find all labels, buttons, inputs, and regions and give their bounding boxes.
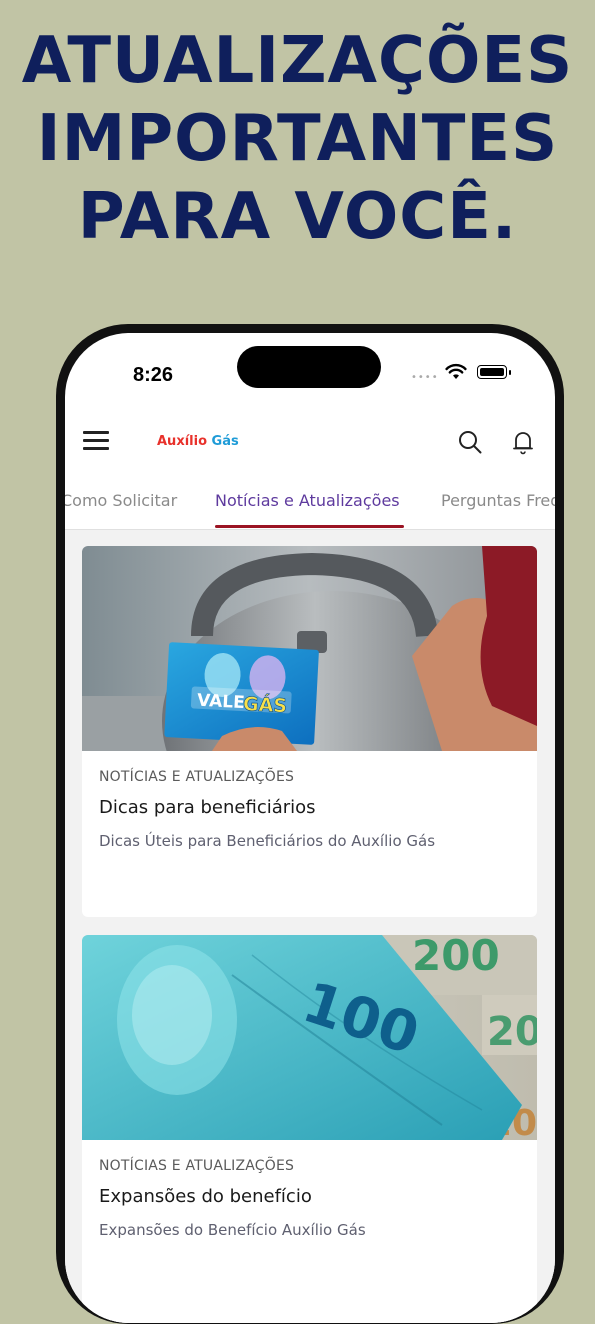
- wifi-icon: [445, 363, 467, 379]
- dynamic-island: [237, 346, 381, 388]
- notification-bell-icon[interactable]: [511, 429, 535, 455]
- phone-screen: 8:26 •••• Auxílio Gás Como Solicitar Not…: [65, 333, 555, 1323]
- card-category: NOTÍCIAS E ATUALIZAÇÕES: [99, 1158, 295, 1174]
- headline-line-2: IMPORTANTES: [36, 102, 559, 176]
- signal-icon: ••••: [411, 372, 439, 383]
- card-description: Expansões do Benefício Auxílio Gás: [99, 1221, 366, 1239]
- headline-line-1: ATUALIZAÇÕES: [21, 24, 574, 98]
- status-bar: 8:26 ••••: [65, 333, 555, 403]
- svg-text:GÁS: GÁS: [242, 692, 287, 717]
- tab-bar: Como Solicitar Notícias e Atualizações P…: [65, 481, 555, 530]
- tab-como-solicitar[interactable]: Como Solicitar: [65, 491, 177, 510]
- news-feed: VALE GÁS NOTÍCIAS E ATUALIZAÇÕES Dicas p…: [65, 530, 555, 1323]
- svg-text:20: 20: [487, 1009, 537, 1055]
- tab-noticias-atualizacoes[interactable]: Notícias e Atualizações: [215, 491, 400, 510]
- search-icon[interactable]: [458, 430, 482, 454]
- phone-frame: 8:26 •••• Auxílio Gás Como Solicitar Not…: [56, 324, 564, 1324]
- news-card[interactable]: 200 20 20 100 NOTÍCIAS E ATUALIZAÇÕES: [82, 935, 537, 1323]
- card-title: Dicas para beneficiários: [99, 797, 316, 818]
- money-banknotes-image: 200 20 20 100: [82, 935, 537, 1140]
- card-category: NOTÍCIAS E ATUALIZAÇÕES: [99, 769, 295, 785]
- gas-cylinder-illustration: VALE GÁS: [82, 546, 537, 751]
- tab-perguntas-frequentes[interactable]: Perguntas Frequentes: [441, 491, 555, 510]
- status-time: 8:26: [133, 364, 174, 386]
- card-title: Expansões do benefício: [99, 1186, 312, 1207]
- vale-gas-card-image: VALE GÁS: [82, 546, 537, 751]
- promo-headline: ATUALIZAÇÕES IMPORTANTES PARA VOCÊ.: [0, 22, 595, 256]
- banknotes-illustration: 200 20 20 100: [82, 935, 537, 1140]
- headline-line-3: PARA VOCÊ.: [77, 180, 518, 254]
- active-tab-indicator: [215, 525, 404, 528]
- app-logo: Auxílio Gás: [157, 434, 239, 449]
- banknote-200-text: 200: [412, 935, 500, 980]
- card-description: Dicas Úteis para Beneficiários do Auxíli…: [99, 832, 436, 850]
- app-bar: Auxílio Gás: [65, 403, 555, 481]
- logo-text-gas: Gás: [211, 434, 239, 449]
- logo-text-auxilio: Auxílio: [157, 434, 208, 449]
- vale-gas-text: VALE: [197, 691, 246, 713]
- news-card[interactable]: VALE GÁS NOTÍCIAS E ATUALIZAÇÕES Dicas p…: [82, 546, 537, 917]
- status-icons: ••••: [411, 363, 521, 383]
- battery-icon: [477, 365, 511, 379]
- menu-icon[interactable]: [83, 431, 109, 451]
